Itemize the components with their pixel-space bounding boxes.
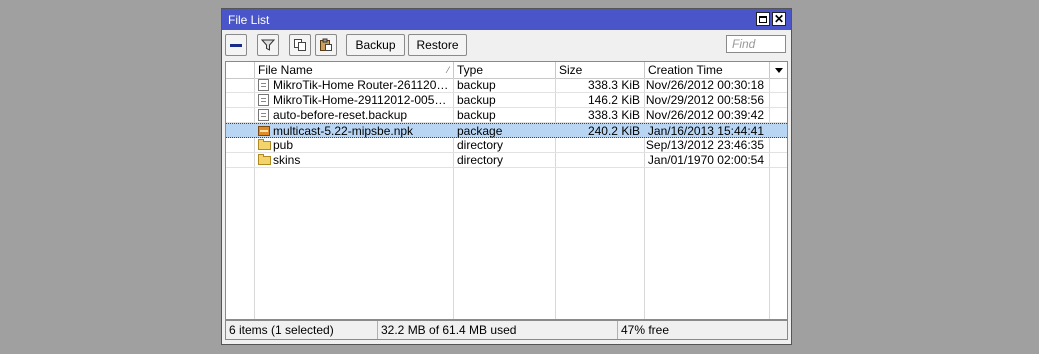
column-label: File Name <box>258 63 313 77</box>
file-size-cell: 240.2 KiB <box>587 124 640 138</box>
header-spacer <box>226 62 255 78</box>
column-menu-button[interactable] <box>770 62 787 78</box>
column-header-size[interactable]: Size <box>556 62 645 78</box>
file-type-cell: package <box>457 124 503 138</box>
toolbar: Backup Restore Find <box>222 30 791 62</box>
file-type-cell: backup <box>457 108 496 122</box>
file-name: pub <box>273 138 294 152</box>
table-row[interactable]: MikroTik-Home Router-26112012-0... backup… <box>226 78 787 93</box>
column-header-type[interactable]: Type <box>454 62 556 78</box>
file-size-cell <box>556 138 643 152</box>
paste-button[interactable] <box>315 34 337 56</box>
title-bar[interactable]: File List ✕ <box>222 9 791 30</box>
file-name: skins <box>273 153 301 167</box>
document-icon <box>258 79 269 91</box>
table-row[interactable]: auto-before-reset.backup backup 338.3 KiB N… <box>226 108 787 123</box>
remove-button[interactable] <box>225 34 247 56</box>
file-type-cell: directory <box>457 153 504 167</box>
close-button[interactable]: ✕ <box>772 12 786 26</box>
file-name-cell: MikroTik-Home-29112012-0058.ba... <box>255 93 452 107</box>
file-list-window: File List ✕ Backup Restore Find File Nam… <box>221 8 792 345</box>
creation-time-cell: Nov/26/2012 00:30:18 <box>645 78 764 92</box>
status-item-count: 6 items (1 selected) <box>226 321 378 339</box>
column-header-creation-time[interactable]: Creation Time <box>645 62 770 78</box>
file-name-cell: pub <box>255 138 452 152</box>
file-size-cell: 338.3 KiB <box>587 108 640 122</box>
status-free-space: 47% free <box>621 323 670 337</box>
folder-icon <box>258 154 271 165</box>
file-size-cell <box>556 153 643 167</box>
restore-button[interactable]: Restore <box>408 34 467 56</box>
status-bar: 6 items (1 selected) 32.2 MB of 61.4 MB … <box>225 320 788 340</box>
minus-icon <box>230 43 242 47</box>
file-name: multicast-5.22-mipsbe.npk <box>273 124 414 138</box>
paste-icon <box>320 38 332 51</box>
status-disk-usage: 32.2 MB of 61.4 MB used <box>378 321 618 339</box>
file-name-cell: auto-before-reset.backup <box>255 108 452 122</box>
table-row[interactable]: pub directory Sep/13/2012 23:46:35 <box>226 138 787 153</box>
table-header: File Name ⁄ Type Size Creation Time <box>226 62 787 79</box>
file-table: File Name ⁄ Type Size Creation Time Mikr… <box>225 61 788 320</box>
creation-time-cell: Nov/26/2012 00:39:42 <box>645 108 764 122</box>
dropdown-arrow-icon <box>775 67 783 73</box>
file-type-cell: backup <box>457 78 496 92</box>
creation-time-cell: Nov/29/2012 00:58:56 <box>645 93 764 107</box>
file-type-cell: directory <box>457 138 504 152</box>
package-icon <box>258 126 270 136</box>
window-title: File List <box>228 13 270 27</box>
document-icon <box>258 109 269 121</box>
table-row[interactable]: skins directory Jan/01/1970 02:00:54 <box>226 153 787 168</box>
creation-time-cell: Sep/13/2012 23:46:35 <box>645 138 764 152</box>
creation-time-cell: Jan/01/1970 02:00:54 <box>647 153 764 167</box>
copy-button[interactable] <box>289 34 311 56</box>
backup-button[interactable]: Backup <box>346 34 405 56</box>
file-name-cell: skins <box>255 153 452 167</box>
file-name-cell: multicast-5.22-mipsbe.npk <box>255 124 452 138</box>
close-icon: ✕ <box>773 12 785 26</box>
column-header-file-name[interactable]: File Name ⁄ <box>255 62 454 78</box>
file-name: auto-before-reset.backup <box>273 108 408 122</box>
file-type-cell: backup <box>457 93 496 107</box>
find-input[interactable]: Find <box>726 35 786 53</box>
file-size-cell: 146.2 KiB <box>587 93 640 107</box>
document-icon <box>258 94 269 106</box>
table-row[interactable]: MikroTik-Home-29112012-0058.ba... backup 1… <box>226 93 787 108</box>
maximize-icon <box>759 15 767 23</box>
folder-icon <box>258 139 271 150</box>
file-name: MikroTik-Home Router-26112012-0... <box>273 78 452 92</box>
file-name: MikroTik-Home-29112012-0058.ba... <box>273 93 452 107</box>
sort-indicator-icon: ⁄ <box>447 65 449 75</box>
maximize-button[interactable] <box>756 12 770 26</box>
copy-icon <box>294 39 306 51</box>
file-size-cell: 338.3 KiB <box>587 78 640 92</box>
filter-button[interactable] <box>257 34 279 56</box>
creation-time-cell: Jan/16/2013 15:44:41 <box>647 124 764 138</box>
filter-icon <box>261 39 275 51</box>
table-row[interactable]: multicast-5.22-mipsbe.npk package 240.2 Ki… <box>226 123 787 138</box>
file-name-cell: MikroTik-Home Router-26112012-0... <box>255 78 452 92</box>
